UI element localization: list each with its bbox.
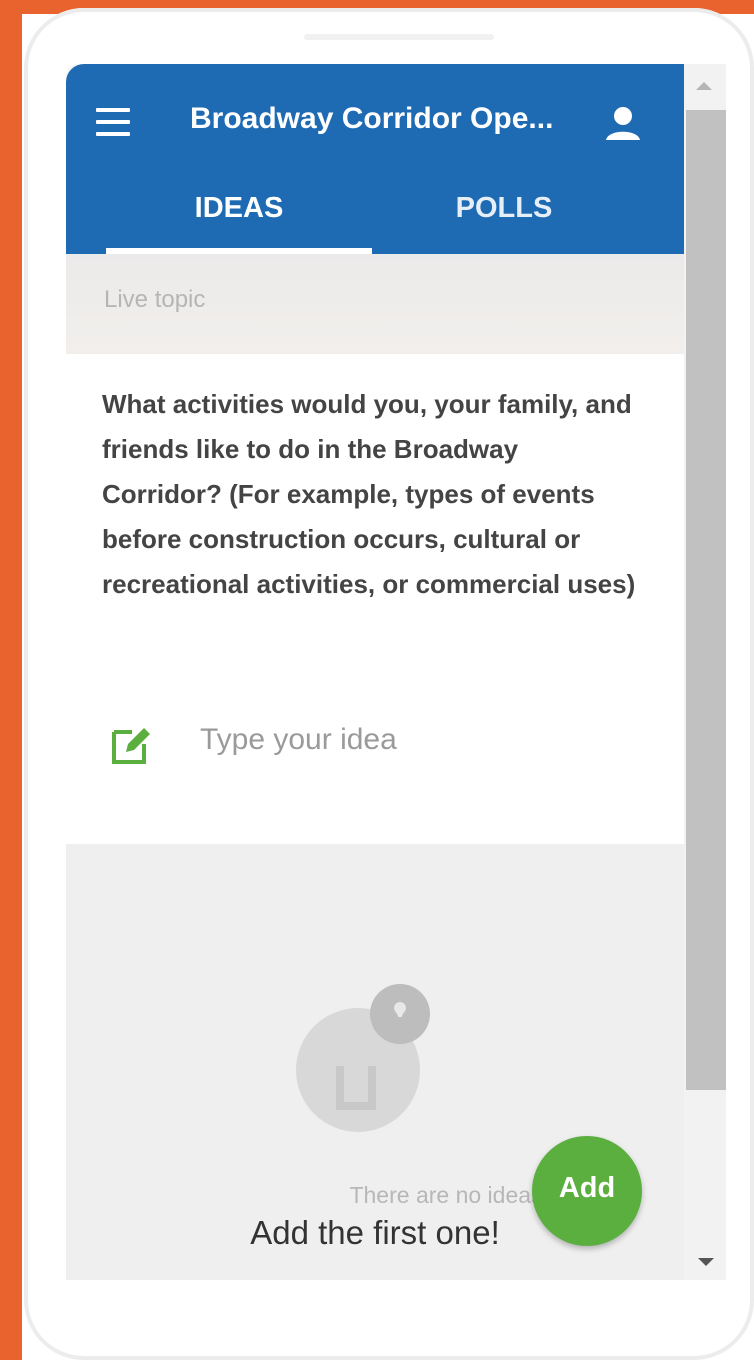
edit-note-icon xyxy=(110,724,152,766)
idea-input-row[interactable] xyxy=(102,714,642,774)
topic-question: What activities would you, your family, … xyxy=(102,389,636,599)
empty-state-message: There are no ideas yet. xyxy=(349,1182,586,1208)
brand-frame-left xyxy=(0,0,22,1360)
idea-input[interactable] xyxy=(198,722,622,758)
app-bar: Broadway Corridor Ope... IDEAS POLLS xyxy=(66,64,684,254)
topic-card: What activities would you, your family, … xyxy=(66,354,684,844)
app-title: Broadway Corridor Ope... xyxy=(190,102,554,135)
app-screen: Broadway Corridor Ope... IDEAS POLLS Liv… xyxy=(66,64,684,1280)
live-topic-header: Live topic xyxy=(66,254,684,354)
hamburger-menu-icon[interactable] xyxy=(96,108,130,136)
idea-bulb-illustration xyxy=(286,974,446,1134)
scroll-up-arrow-icon[interactable] xyxy=(696,82,712,90)
tab-ideas[interactable]: IDEAS xyxy=(106,192,372,254)
tab-ideas-label: IDEAS xyxy=(194,192,284,224)
tab-polls[interactable]: POLLS xyxy=(372,192,636,254)
scroll-down-arrow-icon[interactable] xyxy=(698,1258,714,1266)
scrollbar-thumb[interactable] xyxy=(686,110,726,1090)
phone-speaker xyxy=(304,34,494,40)
live-topic-label: Live topic xyxy=(104,286,206,313)
user-account-icon[interactable] xyxy=(600,102,646,148)
tab-polls-label: POLLS xyxy=(455,192,553,224)
add-idea-button[interactable]: Add xyxy=(532,1136,642,1246)
